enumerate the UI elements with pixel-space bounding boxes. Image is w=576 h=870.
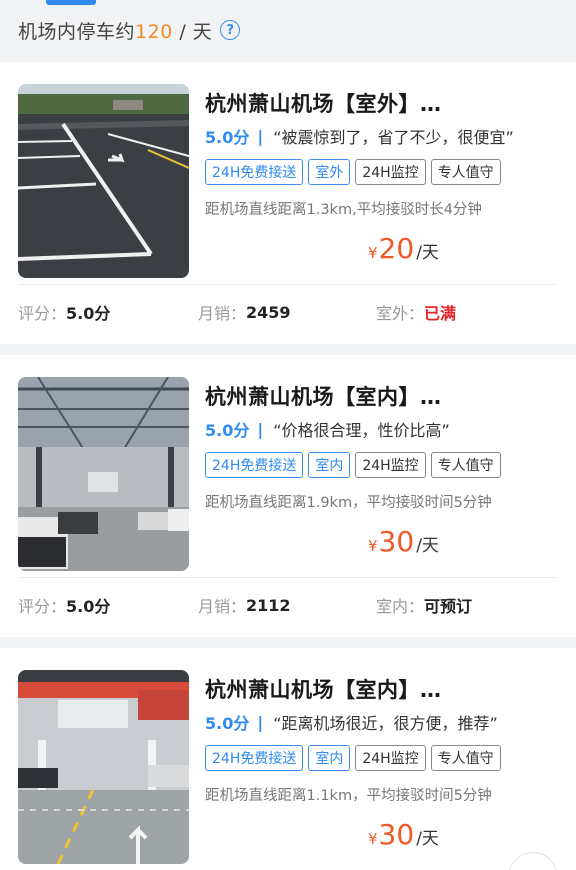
review-quote: “距离机场很近，很方便，推荐” xyxy=(273,714,498,733)
parking-lot-photo xyxy=(18,670,189,864)
rating-summary: 5.0分 | “距离机场很近，很方便，推荐” xyxy=(205,710,498,734)
price-amount: 30 xyxy=(378,818,415,851)
tag-free-shuttle: 24H免费接送 xyxy=(205,745,304,771)
separator: | xyxy=(257,126,264,146)
lot-title[interactable]: 杭州萧山机场【室内】… xyxy=(205,674,442,704)
feature-tags: 24H免费接送 室外 24H监控 专人值守 xyxy=(205,159,501,185)
tag-attendant: 专人值守 xyxy=(430,159,501,185)
active-tab-indicator xyxy=(46,0,96,5)
status-full: 已满 xyxy=(424,304,457,323)
price-unit: /天 xyxy=(416,243,439,263)
stat-monthly-sales: 月销： 2112 xyxy=(198,595,291,617)
score: 5.0分 xyxy=(205,421,250,440)
tag-free-shuttle: 24H免费接送 xyxy=(205,452,304,478)
distance-info: 距机场直线距离1.9km，平均接驳时间5分钟 xyxy=(205,495,492,511)
parking-count-text: 机场内停车约120 / 天 xyxy=(18,20,213,43)
price-amount: 30 xyxy=(378,525,415,558)
divider xyxy=(18,284,556,285)
separator: | xyxy=(257,419,264,439)
stat-rating: 评分： 5.0分 xyxy=(18,304,111,323)
price-unit: /天 xyxy=(416,829,439,849)
price-amount: 20 xyxy=(378,232,415,265)
stat-rating: 评分： 5.0分 xyxy=(18,597,111,616)
tag-attendant: 专人值守 xyxy=(430,745,501,771)
lot-title[interactable]: 杭州萧山机场【室内】… xyxy=(205,381,442,411)
status-available: 可预订 xyxy=(424,597,473,616)
tag-location-type: 室内 xyxy=(308,745,351,771)
parking-lot-card[interactable]: 杭州萧山机场【室外】… 5.0分 | “被震惊到了，省了不少，很便宜” 24H免… xyxy=(0,62,576,344)
question-circle-icon[interactable]: ? xyxy=(220,20,241,40)
lot-stats: 评分： 5.0分 月销： 2459 室外： 已满 xyxy=(0,300,576,328)
currency-symbol: ¥ xyxy=(368,537,378,555)
review-quote: “价格很合理，性价比高” xyxy=(273,421,450,440)
divider xyxy=(18,577,556,578)
tag-monitoring: 24H监控 xyxy=(355,452,426,478)
distance-info: 距机场直线距离1.1km，平均接驳时间5分钟 xyxy=(205,788,492,804)
tag-location-type: 室外 xyxy=(308,159,351,185)
lot-title[interactable]: 杭州萧山机场【室外】… xyxy=(205,88,442,118)
parking-lot-card[interactable]: 杭州萧山机场【室内】… 5.0分 | “距离机场很近，很方便，推荐” 24H免费… xyxy=(0,648,576,870)
separator: | xyxy=(257,712,264,732)
rating-summary: 5.0分 | “价格很合理，性价比高” xyxy=(205,417,450,441)
currency-symbol: ¥ xyxy=(368,244,378,262)
score: 5.0分 xyxy=(205,714,250,733)
tag-monitoring: 24H监控 xyxy=(355,745,426,771)
currency-symbol: ¥ xyxy=(368,830,378,848)
feature-tags: 24H免费接送 室内 24H监控 专人值守 xyxy=(205,452,501,478)
feature-tags: 24H免费接送 室内 24H监控 专人值守 xyxy=(205,745,501,771)
distance-info: 距机场直线距离1.3km,平均接驳时长4分钟 xyxy=(205,202,482,218)
price: ¥ 30 /天 xyxy=(368,818,439,851)
stat-monthly-sales: 月销： 2459 xyxy=(198,302,291,324)
parking-lot-card[interactable]: 杭州萧山机场【室内】… 5.0分 | “价格很合理，性价比高” 24H免费接送 … xyxy=(0,355,576,637)
price: ¥ 30 /天 xyxy=(368,525,439,558)
stat-availability: 室外： 已满 xyxy=(376,300,456,324)
tag-free-shuttle: 24H免费接送 xyxy=(205,159,304,185)
price-unit: /天 xyxy=(416,536,439,556)
tag-monitoring: 24H监控 xyxy=(355,159,426,185)
review-quote: “被震惊到了，省了不少，很便宜” xyxy=(273,128,514,147)
lot-stats: 评分： 5.0分 月销： 2112 室内： 可预订 xyxy=(0,593,576,621)
tag-location-type: 室内 xyxy=(308,452,351,478)
tag-attendant: 专人值守 xyxy=(430,452,501,478)
price: ¥ 20 /天 xyxy=(368,232,439,265)
parking-lot-photo xyxy=(18,377,189,571)
parking-count-header: 机场内停车约120 / 天 ? xyxy=(0,6,576,54)
score: 5.0分 xyxy=(205,128,250,147)
stat-availability: 室内： 可预订 xyxy=(376,593,472,617)
parking-lot-photo xyxy=(18,84,189,278)
rating-summary: 5.0分 | “被震惊到了，省了不少，很便宜” xyxy=(205,124,514,148)
